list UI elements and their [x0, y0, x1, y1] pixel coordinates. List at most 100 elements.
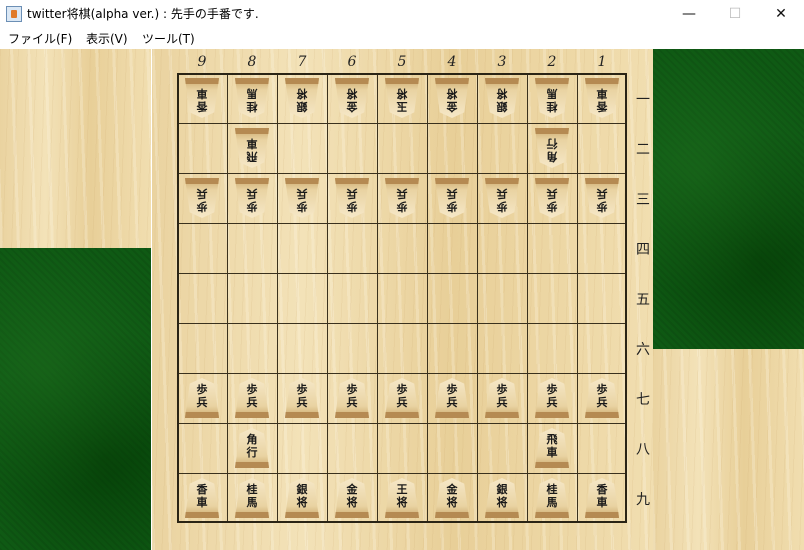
piece-label: 歩 兵: [346, 383, 358, 409]
piece-label: 銀 将: [496, 483, 508, 509]
piece-edge: [185, 178, 219, 184]
sente-piece[interactable]: 飛 車: [535, 428, 569, 468]
piece-label: 歩 兵: [296, 383, 308, 409]
sente-piece[interactable]: 角 行: [235, 428, 269, 468]
gote-piece-stand-wood: [0, 49, 151, 248]
piece-edge: [185, 412, 219, 418]
gote-piece[interactable]: 桂 馬: [535, 78, 569, 118]
play-field: 987654321 一二三四五六七八九 香 車桂 馬銀 将金 将玉 将金 将銀 …: [0, 49, 804, 550]
gote-piece[interactable]: 角 行: [535, 128, 569, 168]
piece-edge: [585, 178, 619, 184]
piece-edge: [385, 78, 419, 84]
sente-piece[interactable]: 香 車: [185, 478, 219, 518]
piece-edge: [485, 178, 519, 184]
title-bar[interactable]: twitter将棋(alpha ver.) : 先手の手番です. — ☐ ✕: [0, 0, 804, 29]
sente-piece-stand-wood: [653, 349, 804, 550]
piece-edge: [385, 178, 419, 184]
sente-piece[interactable]: 銀 将: [485, 478, 519, 518]
close-button[interactable]: ✕: [758, 0, 804, 28]
sente-piece[interactable]: 銀 将: [285, 478, 319, 518]
gote-piece[interactable]: 銀 将: [285, 78, 319, 118]
gote-piece[interactable]: 飛 車: [235, 128, 269, 168]
piece-edge: [185, 512, 219, 518]
sente-piece[interactable]: 歩 兵: [235, 378, 269, 418]
sente-piece[interactable]: 金 将: [435, 478, 469, 518]
piece-edge: [385, 512, 419, 518]
grid-line-vertical: [377, 75, 378, 521]
piece-edge: [335, 412, 369, 418]
java-app-icon: [6, 6, 22, 22]
gote-piece[interactable]: 香 車: [585, 78, 619, 118]
gote-piece[interactable]: 歩 兵: [585, 178, 619, 218]
sente-piece[interactable]: 歩 兵: [335, 378, 369, 418]
row-label: 六: [636, 342, 650, 358]
gote-piece-stand[interactable]: [0, 248, 151, 550]
column-label: 7: [297, 54, 307, 70]
maximize-button[interactable]: ☐: [712, 0, 758, 28]
piece-label: 香 車: [196, 87, 208, 113]
gote-piece[interactable]: 歩 兵: [235, 178, 269, 218]
gote-piece[interactable]: 歩 兵: [335, 178, 369, 218]
sente-piece[interactable]: 金 将: [335, 478, 369, 518]
gote-piece[interactable]: 歩 兵: [535, 178, 569, 218]
row-label: 八: [636, 442, 650, 458]
grid-line-vertical: [277, 75, 278, 521]
piece-edge: [485, 512, 519, 518]
row-label: 四: [636, 242, 650, 258]
piece-edge: [235, 128, 269, 134]
piece-label: 歩 兵: [296, 187, 308, 213]
piece-label: 歩 兵: [246, 187, 258, 213]
sente-piece[interactable]: 歩 兵: [535, 378, 569, 418]
gote-piece[interactable]: 歩 兵: [485, 178, 519, 218]
sente-piece[interactable]: 歩 兵: [435, 378, 469, 418]
sente-piece[interactable]: 歩 兵: [585, 378, 619, 418]
menu-file[interactable]: ファイル(F): [8, 30, 72, 47]
grid-line-vertical: [577, 75, 578, 521]
gote-piece[interactable]: 歩 兵: [185, 178, 219, 218]
minimize-button[interactable]: —: [666, 0, 712, 28]
gote-piece[interactable]: 香 車: [185, 78, 219, 118]
gote-piece[interactable]: 歩 兵: [285, 178, 319, 218]
piece-label: 金 将: [446, 483, 458, 509]
sente-piece[interactable]: 香 車: [585, 478, 619, 518]
gote-piece[interactable]: 金 将: [435, 78, 469, 118]
sente-piece[interactable]: 歩 兵: [185, 378, 219, 418]
sente-piece-stand[interactable]: [653, 49, 804, 349]
piece-label: 歩 兵: [246, 383, 258, 409]
grid-line-horizontal: [179, 273, 625, 274]
piece-edge: [585, 512, 619, 518]
piece-label: 香 車: [196, 483, 208, 509]
piece-edge: [235, 512, 269, 518]
piece-label: 歩 兵: [196, 187, 208, 213]
sente-piece[interactable]: 桂 馬: [235, 478, 269, 518]
sente-piece[interactable]: 歩 兵: [485, 378, 519, 418]
piece-label: 飛 車: [246, 137, 258, 163]
gote-piece[interactable]: 歩 兵: [435, 178, 469, 218]
sente-piece[interactable]: 桂 馬: [535, 478, 569, 518]
grid-line-horizontal: [179, 373, 625, 374]
gote-piece[interactable]: 銀 将: [485, 78, 519, 118]
piece-edge: [185, 78, 219, 84]
gote-piece[interactable]: 桂 馬: [235, 78, 269, 118]
column-label: 8: [247, 54, 257, 70]
sente-piece[interactable]: 歩 兵: [385, 378, 419, 418]
piece-edge: [335, 78, 369, 84]
grid-line-horizontal: [179, 323, 625, 324]
gote-piece[interactable]: 玉 将: [385, 78, 419, 118]
sente-piece[interactable]: 歩 兵: [285, 378, 319, 418]
row-label: 三: [636, 192, 650, 208]
gote-piece[interactable]: 歩 兵: [385, 178, 419, 218]
column-label: 4: [447, 54, 457, 70]
sente-piece[interactable]: 王 将: [385, 478, 419, 518]
menu-tools[interactable]: ツール(T): [142, 30, 195, 47]
piece-edge: [535, 78, 569, 84]
grid-line-horizontal: [179, 423, 625, 424]
menu-view[interactable]: 表示(V): [86, 30, 128, 47]
column-label: 5: [397, 54, 407, 70]
gote-piece[interactable]: 金 将: [335, 78, 369, 118]
row-label: 九: [636, 492, 650, 508]
piece-edge: [585, 412, 619, 418]
piece-edge: [285, 512, 319, 518]
piece-edge: [535, 412, 569, 418]
piece-edge: [485, 78, 519, 84]
